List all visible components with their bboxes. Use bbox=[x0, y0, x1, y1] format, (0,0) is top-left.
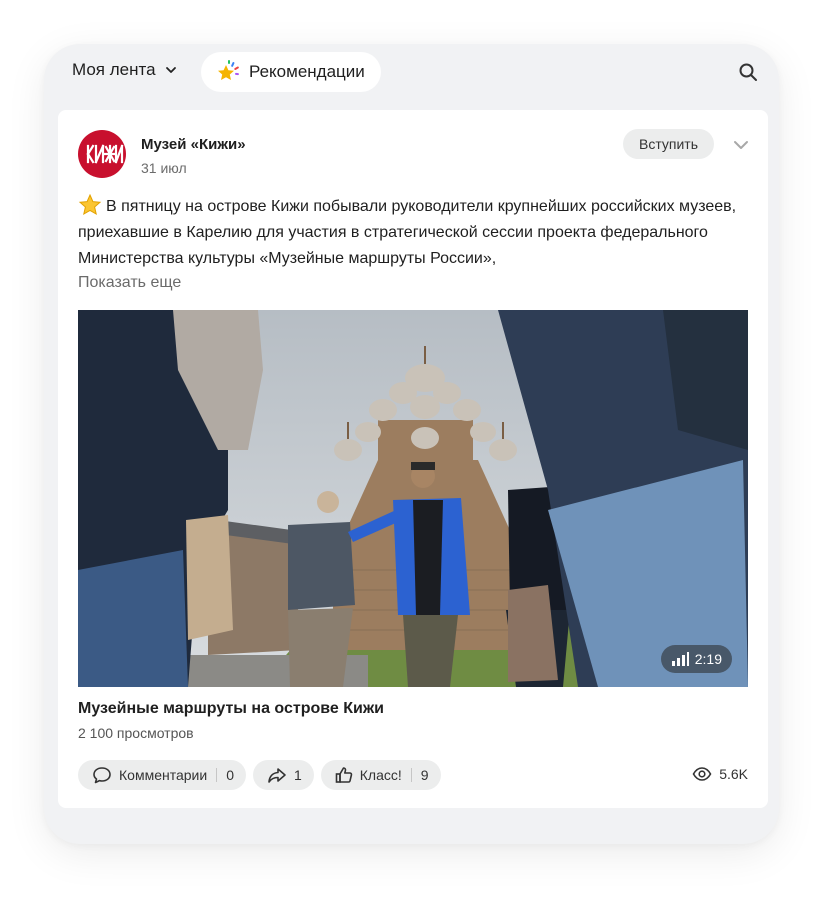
search-icon[interactable] bbox=[737, 61, 759, 83]
group-avatar[interactable] bbox=[78, 130, 126, 178]
post-card: Музей «Кижи» 31 июл Вступить В пятницу н… bbox=[58, 110, 768, 808]
like-label: Класс! bbox=[359, 767, 402, 783]
post-actions: Комментарии 0 1 Класс! 9 bbox=[78, 760, 441, 790]
eye-icon bbox=[692, 767, 712, 781]
video-duration-badge: 2:19 bbox=[660, 645, 732, 673]
feed-selector-label: Моя лента bbox=[72, 60, 156, 79]
total-views: 5.6K bbox=[692, 766, 748, 782]
thumbs-up-icon bbox=[335, 767, 353, 783]
divider bbox=[216, 768, 218, 782]
shares-count: 1 bbox=[293, 767, 302, 783]
sparkle-star-icon bbox=[218, 60, 239, 80]
total-views-count: 5.6K bbox=[719, 766, 748, 782]
share-button[interactable]: 1 bbox=[252, 760, 314, 790]
video-title[interactable]: Музейные маршруты на острове Кижи bbox=[78, 700, 384, 718]
comments-label: Комментарии bbox=[119, 767, 208, 783]
video-thumbnail bbox=[78, 310, 748, 687]
like-button[interactable]: Класс! 9 bbox=[320, 760, 441, 790]
join-button[interactable]: Вступить bbox=[623, 129, 715, 159]
feed-selector[interactable]: Моя лента bbox=[72, 60, 178, 80]
group-name[interactable]: Музей «Кижи» bbox=[141, 136, 246, 153]
feed-app: Моя лента Рекомендации Музей «Кижи» 31 и… bbox=[44, 44, 779, 844]
post-date: 31 июл bbox=[141, 160, 187, 176]
video-views: 2 100 просмотров bbox=[78, 725, 194, 741]
video-player[interactable]: 2:19 bbox=[78, 310, 748, 687]
recommendations-label: Рекомендации bbox=[249, 62, 365, 81]
chevron-down-icon bbox=[165, 67, 176, 73]
chevron-down-icon[interactable] bbox=[732, 136, 750, 154]
like-count: 9 bbox=[420, 767, 429, 783]
comments-button[interactable]: Комментарии 0 bbox=[78, 760, 246, 790]
share-icon bbox=[268, 768, 286, 783]
comments-count: 0 bbox=[226, 767, 234, 783]
video-duration: 2:19 bbox=[694, 651, 722, 667]
divider bbox=[410, 768, 412, 782]
top-bar: Моя лента Рекомендации bbox=[44, 44, 779, 100]
show-more-link[interactable]: Показать еще bbox=[78, 274, 181, 292]
post-text: В пятницу на острове Кижи побывали руков… bbox=[78, 198, 737, 267]
comment-icon bbox=[93, 767, 111, 784]
star-emoji-icon bbox=[78, 194, 102, 216]
post-text-block: В пятницу на острове Кижи побывали руков… bbox=[78, 194, 748, 272]
signal-bars-icon bbox=[671, 652, 689, 666]
kizhi-logo bbox=[86, 144, 124, 164]
recommendations-tab[interactable]: Рекомендации bbox=[201, 52, 381, 92]
